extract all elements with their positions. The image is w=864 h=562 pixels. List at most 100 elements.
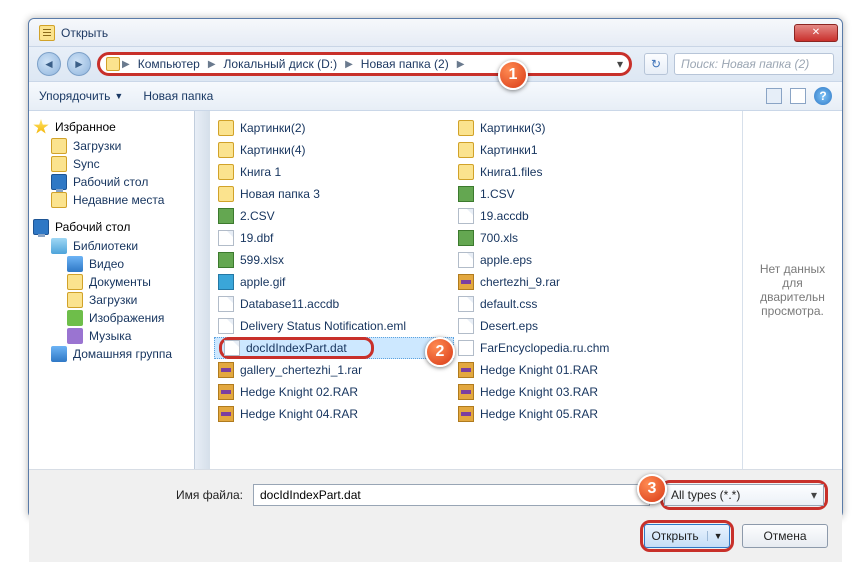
file-name: Книга 1 [240, 165, 281, 179]
file-item[interactable]: Hedge Knight 01.RAR [454, 359, 694, 381]
callout-badge-1: 1 [498, 60, 528, 90]
file-item[interactable]: 1.CSV [454, 183, 694, 205]
document-icon [67, 274, 83, 290]
file-icon [458, 384, 474, 400]
nav-recent[interactable]: Недавние места [33, 191, 190, 209]
nav-downloads[interactable]: Загрузки [33, 137, 190, 155]
file-item[interactable]: gallery_chertezhi_1.rar [214, 359, 454, 381]
close-button[interactable]: ✕ [794, 24, 838, 42]
file-item[interactable]: 19.accdb [454, 205, 694, 227]
file-item[interactable]: docIdIndexPart.dat [214, 337, 454, 359]
breadcrumb[interactable]: ▶ Компьютер ▶ Локальный диск (D:) ▶ Нова… [97, 52, 632, 76]
nav-desktop[interactable]: Рабочий стол [33, 173, 190, 191]
organize-button[interactable]: Упорядочить ▼ [39, 89, 123, 103]
callout-badge-2: 2 [425, 337, 455, 367]
file-icon [458, 208, 474, 224]
file-item[interactable]: 700.xls [454, 227, 694, 249]
open-file-dialog: Открыть ✕ ◄ ► ▶ Компьютер ▶ Локальный ди… [28, 18, 843, 518]
filetype-dropdown[interactable]: All types (*.*) [664, 484, 824, 506]
crumb-drive[interactable]: Локальный диск (D:) [218, 57, 344, 71]
nav-music[interactable]: Музыка [33, 327, 190, 345]
crumb-computer[interactable]: Компьютер [132, 57, 206, 71]
nav-documents[interactable]: Документы [33, 273, 190, 291]
window-title: Открыть [61, 26, 794, 40]
nav-downloads2[interactable]: Загрузки [33, 291, 190, 309]
file-name: Картинки(3) [480, 121, 546, 135]
recent-icon [51, 192, 67, 208]
file-item[interactable]: 599.xlsx [214, 249, 454, 271]
titlebar: Открыть ✕ [29, 19, 842, 47]
file-item[interactable]: Hedge Knight 02.RAR [214, 381, 454, 403]
file-icon [458, 120, 474, 136]
home-icon [106, 57, 120, 71]
address-bar: ◄ ► ▶ Компьютер ▶ Локальный диск (D:) ▶ … [29, 47, 842, 81]
file-icon [218, 208, 234, 224]
file-item[interactable]: Hedge Knight 05.RAR [454, 403, 694, 425]
file-name: Hedge Knight 02.RAR [240, 385, 358, 399]
file-item[interactable]: Desert.eps [454, 315, 694, 337]
file-item[interactable]: Database11.accdb [214, 293, 454, 315]
file-icon [458, 406, 474, 422]
file-item[interactable]: Книга1.files [454, 161, 694, 183]
file-name: Книга1.files [480, 165, 542, 179]
file-item[interactable]: Книга 1 [214, 161, 454, 183]
nav-libraries[interactable]: Библиотеки [33, 237, 190, 255]
cancel-button[interactable]: Отмена [742, 524, 828, 548]
file-icon [458, 274, 474, 290]
library-icon [51, 238, 67, 254]
nav-homegroup[interactable]: Домашняя группа [33, 345, 190, 363]
file-icon [218, 252, 234, 268]
file-item[interactable]: Картинки1 [454, 139, 694, 161]
new-folder-button[interactable]: Новая папка [143, 89, 213, 103]
file-item[interactable]: Картинки(3) [454, 117, 694, 139]
help-icon[interactable]: ? [814, 87, 832, 105]
refresh-button[interactable]: ↻ [644, 53, 668, 75]
file-item[interactable]: Новая папка 3 [214, 183, 454, 205]
dialog-body: Избранное Загрузки Sync Рабочий стол Нед… [29, 111, 842, 469]
file-icon [458, 340, 474, 356]
video-icon [67, 256, 83, 272]
nav-back-button[interactable]: ◄ [37, 52, 61, 76]
file-item[interactable]: FarEncyclopedia.ru.chm [454, 337, 694, 359]
file-item[interactable]: Hedge Knight 04.RAR [214, 403, 454, 425]
file-item[interactable]: Картинки(2) [214, 117, 454, 139]
file-item[interactable]: Hedge Knight 03.RAR [454, 381, 694, 403]
file-name: Desert.eps [480, 319, 538, 333]
nav-video[interactable]: Видео [33, 255, 190, 273]
callout-badge-3: 3 [637, 474, 667, 504]
dropdown-icon[interactable]: ▾ [617, 57, 623, 71]
file-item[interactable]: apple.gif [214, 271, 454, 293]
homegroup-icon [51, 346, 67, 362]
file-icon [458, 186, 474, 202]
nav-scrollbar[interactable] [194, 111, 210, 469]
file-item[interactable]: Delivery Status Notification.eml [214, 315, 454, 337]
nav-sync[interactable]: Sync [33, 155, 190, 173]
chevron-icon: ▶ [457, 59, 465, 70]
preview-toggle-icon[interactable] [790, 88, 806, 104]
desktop-icon [33, 219, 49, 235]
open-button[interactable]: Открыть ▼ [644, 524, 730, 548]
desktop-header[interactable]: Рабочий стол [33, 219, 190, 235]
search-input[interactable]: Поиск: Новая папка (2) [674, 53, 834, 75]
file-item[interactable]: chertezhi_9.rar [454, 271, 694, 293]
file-list: Картинки(2)Картинки(4) Книга 1 Новая папка… [210, 111, 742, 469]
filename-input[interactable]: docIdIndexPart.dat [253, 484, 650, 506]
file-name: Новая папка 3 [240, 187, 320, 201]
folder-icon [67, 292, 83, 308]
file-icon [218, 186, 234, 202]
file-item[interactable]: 19.dbf [214, 227, 454, 249]
favorites-header[interactable]: Избранное [33, 119, 190, 135]
file-item[interactable]: default.css [454, 293, 694, 315]
file-icon [458, 362, 474, 378]
crumb-folder[interactable]: Новая папка (2) [355, 57, 455, 71]
file-name: apple.gif [240, 275, 285, 289]
nav-forward-button[interactable]: ► [67, 52, 91, 76]
view-icon[interactable] [766, 88, 782, 104]
file-item[interactable]: 2.CSV [214, 205, 454, 227]
file-item[interactable]: Картинки(4) [214, 139, 454, 161]
nav-images[interactable]: Изображения [33, 309, 190, 327]
file-name: FarEncyclopedia.ru.chm [480, 341, 609, 355]
file-item[interactable]: apple.eps [454, 249, 694, 271]
file-name: Hedge Knight 04.RAR [240, 407, 358, 421]
file-icon [224, 340, 240, 356]
